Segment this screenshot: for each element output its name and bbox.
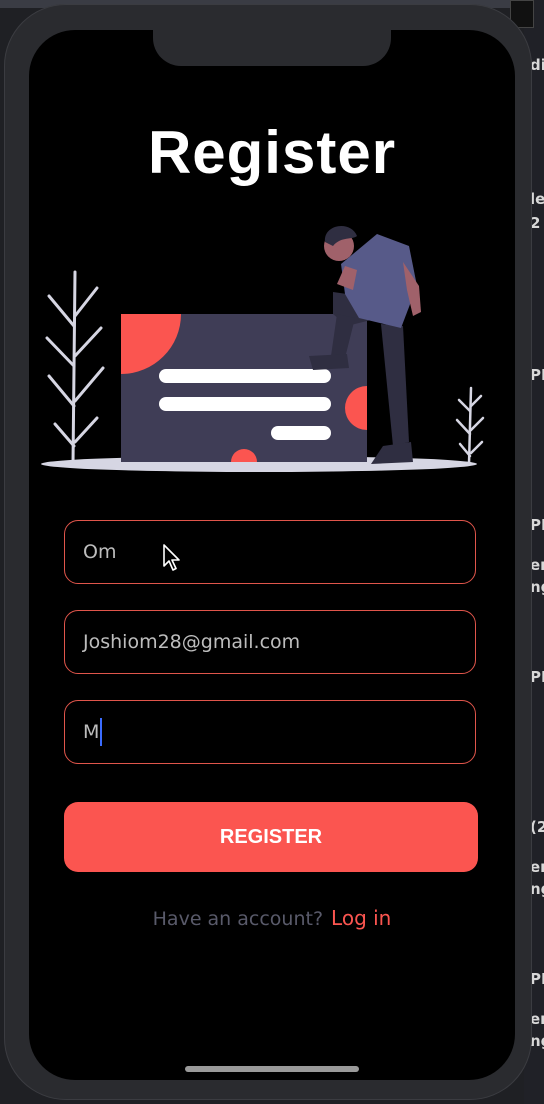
bg-fragment: ng — [530, 1032, 544, 1050]
bg-fragment: (2 — [530, 818, 544, 836]
password-input-value[interactable]: M — [83, 721, 99, 743]
plant-right-icon — [455, 386, 485, 466]
bg-fragment: PM — [530, 668, 544, 686]
bg-fragment: PM — [530, 516, 544, 534]
phone-notch — [153, 30, 391, 66]
email-field[interactable]: Joshiom28@gmail.com — [64, 610, 476, 674]
name-field[interactable]: Om — [64, 520, 476, 584]
phone-frame: Register Om Joshiom28@gmail.com M REGIST… — [4, 4, 532, 1100]
card-line — [271, 426, 331, 440]
login-prompt: Have an account? Log in — [29, 906, 515, 930]
bg-fragment: di — [530, 56, 544, 74]
text-caret — [100, 718, 103, 746]
have-account-text: Have an account? — [152, 908, 324, 930]
home-indicator[interactable] — [185, 1066, 359, 1072]
app-screen: Register Om Joshiom28@gmail.com M REGIST… — [29, 30, 515, 1080]
plant-left-icon — [45, 270, 105, 466]
page-title: Register — [147, 119, 397, 186]
card-line — [159, 369, 331, 383]
bg-fragment: 2 — [530, 214, 541, 232]
bg-fragment: en — [530, 858, 544, 876]
bg-fragment: PM — [530, 366, 544, 384]
mouse-cursor-icon — [163, 544, 180, 571]
register-illustration — [41, 225, 485, 472]
bg-fragment: le — [530, 190, 544, 208]
name-input-value[interactable]: Om — [83, 541, 116, 563]
bg-fragment: en — [530, 1010, 544, 1028]
bg-fragment: ng — [530, 880, 544, 898]
email-input-value[interactable]: Joshiom28@gmail.com — [83, 631, 300, 653]
password-field[interactable]: M — [64, 700, 476, 764]
bg-fragment: en — [530, 556, 544, 574]
bg-fragment: ng — [530, 578, 544, 596]
register-button[interactable]: REGISTER — [64, 802, 478, 872]
bg-fragment: PM — [530, 970, 544, 988]
login-link[interactable]: Log in — [331, 906, 391, 930]
card-line — [159, 397, 331, 411]
